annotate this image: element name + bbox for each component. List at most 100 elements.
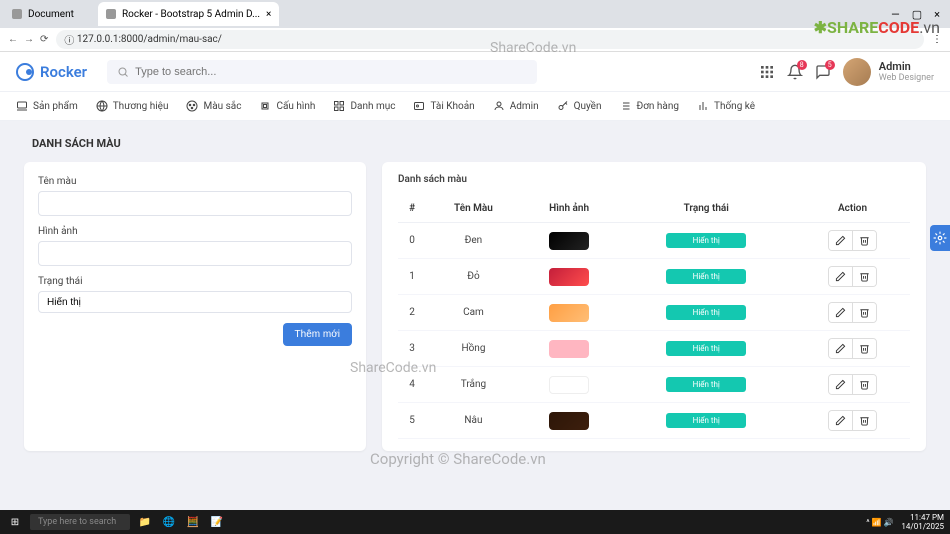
search-icon bbox=[117, 66, 129, 78]
nav-categories[interactable]: Danh mục bbox=[333, 100, 395, 112]
status-badge: Hiển thị bbox=[666, 269, 746, 284]
edit-button[interactable] bbox=[829, 303, 853, 322]
apps-icon[interactable] bbox=[759, 64, 775, 80]
search-input[interactable] bbox=[135, 66, 527, 78]
cell-swatch bbox=[521, 367, 618, 403]
user-role: Web Designer bbox=[879, 73, 934, 83]
delete-button[interactable] bbox=[853, 231, 876, 250]
nav-accounts[interactable]: Tài Khoản bbox=[413, 100, 474, 112]
input-image[interactable] bbox=[38, 241, 352, 266]
cell-actions bbox=[795, 331, 910, 367]
taskbar-time: 11:47 PM bbox=[901, 513, 944, 522]
cell-status: Hiển thị bbox=[618, 367, 795, 403]
search-box[interactable] bbox=[107, 60, 537, 84]
nav-colors[interactable]: Màu sắc bbox=[186, 100, 241, 112]
url-input[interactable]: ⓘ 127.0.0.1:8000/admin/mau-sac/ bbox=[56, 30, 924, 49]
user-icon bbox=[493, 100, 505, 112]
delete-button[interactable] bbox=[853, 303, 876, 322]
taskbar: ⊞ Type here to search 📁 🌐 🧮 📝 ^ 📶 🔊 11:4… bbox=[0, 510, 950, 534]
color-swatch bbox=[549, 340, 589, 358]
bell-icon[interactable]: 8 bbox=[787, 64, 803, 80]
key-icon bbox=[557, 100, 569, 112]
nav-orders[interactable]: Đơn hàng bbox=[619, 100, 679, 112]
cell-index: 0 bbox=[398, 223, 426, 259]
tab-title: Rocker - Bootstrap 5 Admin D... bbox=[122, 9, 260, 20]
browser-tab-active[interactable]: Rocker - Bootstrap 5 Admin D... × bbox=[98, 2, 279, 26]
form-card: Tên màu Hình ảnh Trạng thái Thêm mới bbox=[24, 162, 366, 451]
th-name: Tên Màu bbox=[426, 195, 521, 223]
cell-swatch bbox=[521, 223, 618, 259]
url-bar: ← → ⟳ ⓘ 127.0.0.1:8000/admin/mau-sac/ ⋮ bbox=[0, 28, 950, 52]
edit-button[interactable] bbox=[829, 411, 853, 430]
brand[interactable]: Rocker bbox=[16, 63, 87, 81]
nav-brands[interactable]: Thương hiệu bbox=[96, 100, 169, 112]
cell-index: 3 bbox=[398, 331, 426, 367]
edit-button[interactable] bbox=[829, 267, 853, 286]
cell-name: Nâu bbox=[426, 403, 521, 439]
taskbar-date: 14/01/2025 bbox=[901, 522, 944, 531]
cell-swatch bbox=[521, 331, 618, 367]
submit-button[interactable]: Thêm mới bbox=[283, 323, 352, 346]
color-swatch bbox=[549, 376, 589, 394]
status-badge: Hiển thị bbox=[666, 305, 746, 320]
forward-icon[interactable]: → bbox=[24, 34, 34, 45]
user-name: Admin bbox=[879, 60, 934, 73]
taskbar-app[interactable]: 🧮 bbox=[184, 513, 202, 531]
cell-actions bbox=[795, 223, 910, 259]
table-row: 2 Cam Hiển thị bbox=[398, 295, 910, 331]
th-status: Trạng thái bbox=[618, 195, 795, 223]
info-icon: ⓘ bbox=[64, 32, 74, 47]
input-name[interactable] bbox=[38, 191, 352, 216]
nav-stats[interactable]: Thống kê bbox=[697, 100, 755, 112]
message-badge: 5 bbox=[825, 60, 835, 70]
cell-status: Hiển thị bbox=[618, 259, 795, 295]
edit-button[interactable] bbox=[829, 231, 853, 250]
table-row: 5 Nâu Hiển thị bbox=[398, 403, 910, 439]
delete-button[interactable] bbox=[853, 339, 876, 358]
cell-actions bbox=[795, 367, 910, 403]
settings-fab[interactable] bbox=[930, 225, 950, 251]
start-button[interactable]: ⊞ bbox=[6, 513, 24, 531]
back-icon[interactable]: ← bbox=[8, 34, 18, 45]
globe-icon bbox=[96, 100, 108, 112]
main-content: DANH SÁCH MÀU Tên màu Hình ảnh Trạng thá… bbox=[0, 121, 950, 467]
taskbar-tray[interactable]: ^ 📶 🔊 bbox=[866, 518, 893, 527]
edit-button[interactable] bbox=[829, 339, 853, 358]
taskbar-search[interactable]: Type here to search bbox=[30, 514, 130, 530]
cell-index: 1 bbox=[398, 259, 426, 295]
tab-title: Document bbox=[28, 9, 74, 20]
browser-tab[interactable]: Document bbox=[4, 2, 94, 26]
table-row: 3 Hồng Hiển thị bbox=[398, 331, 910, 367]
status-badge: Hiển thị bbox=[666, 341, 746, 356]
delete-button[interactable] bbox=[853, 375, 876, 394]
page-title: DANH SÁCH MÀU bbox=[24, 137, 926, 150]
status-badge: Hiển thị bbox=[666, 413, 746, 428]
browser-tabs: Document Rocker - Bootstrap 5 Admin D...… bbox=[0, 0, 950, 28]
cell-name: Cam bbox=[426, 295, 521, 331]
cell-status: Hiển thị bbox=[618, 295, 795, 331]
tab-favicon bbox=[12, 9, 22, 19]
input-status[interactable] bbox=[38, 291, 352, 313]
delete-button[interactable] bbox=[853, 411, 876, 430]
nav-admin[interactable]: Admin bbox=[493, 100, 539, 112]
th-image: Hình ảnh bbox=[521, 195, 618, 223]
nav-products[interactable]: Sản phẩm bbox=[16, 100, 78, 112]
nav-config[interactable]: Cấu hình bbox=[259, 100, 315, 112]
close-icon[interactable]: × bbox=[266, 9, 271, 20]
taskbar-app[interactable]: 📝 bbox=[208, 513, 226, 531]
reload-icon[interactable]: ⟳ bbox=[40, 34, 48, 45]
sharecode-logo: ✱SHARECODE.vn bbox=[814, 18, 940, 37]
color-swatch bbox=[549, 268, 589, 286]
status-badge: Hiển thị bbox=[666, 377, 746, 392]
taskbar-app[interactable]: 📁 bbox=[136, 513, 154, 531]
edit-button[interactable] bbox=[829, 375, 853, 394]
message-icon[interactable]: 5 bbox=[815, 64, 831, 80]
laptop-icon bbox=[16, 100, 28, 112]
delete-button[interactable] bbox=[853, 267, 876, 286]
nav-permissions[interactable]: Quyền bbox=[557, 100, 602, 112]
palette-icon bbox=[186, 100, 198, 112]
user-menu[interactable]: Admin Web Designer bbox=[843, 58, 934, 86]
taskbar-app[interactable]: 🌐 bbox=[160, 513, 178, 531]
table-row: 1 Đỏ Hiển thị bbox=[398, 259, 910, 295]
cell-swatch bbox=[521, 259, 618, 295]
